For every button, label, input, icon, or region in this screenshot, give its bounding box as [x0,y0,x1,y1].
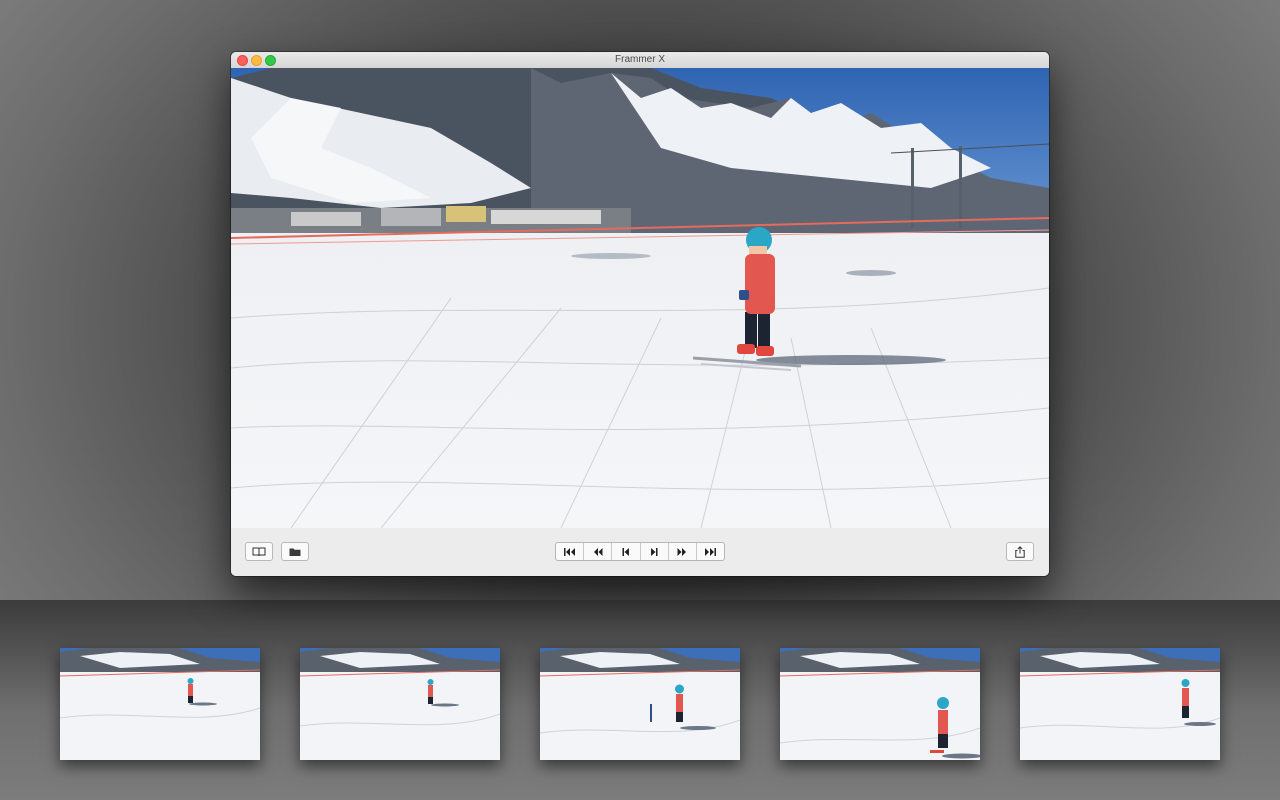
toolbar [231,528,1049,576]
fast-forward-button[interactable] [669,543,697,560]
book-icon [252,547,266,556]
skip-to-end-icon [705,547,717,556]
ski-scene [231,68,1049,528]
thumbnail-frame-4[interactable] [780,648,980,760]
thumbnail-image [1020,648,1220,760]
step-forward-icon [651,547,658,556]
thumbnail-image [300,648,500,760]
thumbnail-frame-3[interactable] [540,648,740,760]
step-forward-button[interactable] [641,543,669,560]
rewind-button[interactable] [584,543,613,560]
thumbnail-frame-1[interactable] [60,648,260,760]
app-window: Frammer X [231,52,1049,576]
transport-controls [555,542,725,561]
thumbnail-frame-2[interactable] [300,648,500,760]
thumbnail-image [60,648,260,760]
library-button[interactable] [245,542,273,561]
thumbnail-frame-5[interactable] [1020,648,1220,760]
skip-to-end-button[interactable] [697,543,724,560]
share-button[interactable] [1006,542,1034,561]
step-back-button[interactable] [612,543,641,560]
skip-to-start-icon [563,547,575,556]
open-folder-button[interactable] [281,542,309,561]
window-title: Frammer X [615,54,665,65]
title-bar[interactable]: Frammer X [231,52,1049,69]
rewind-icon [593,547,603,556]
thumbnail-image [780,648,980,760]
fast-forward-icon [677,547,687,556]
skip-to-start-button[interactable] [556,543,585,560]
folder-icon [289,548,301,556]
share-icon [1015,545,1025,558]
step-back-icon [622,547,629,556]
thumbnail-image [540,648,740,760]
video-frame[interactable] [231,68,1049,528]
